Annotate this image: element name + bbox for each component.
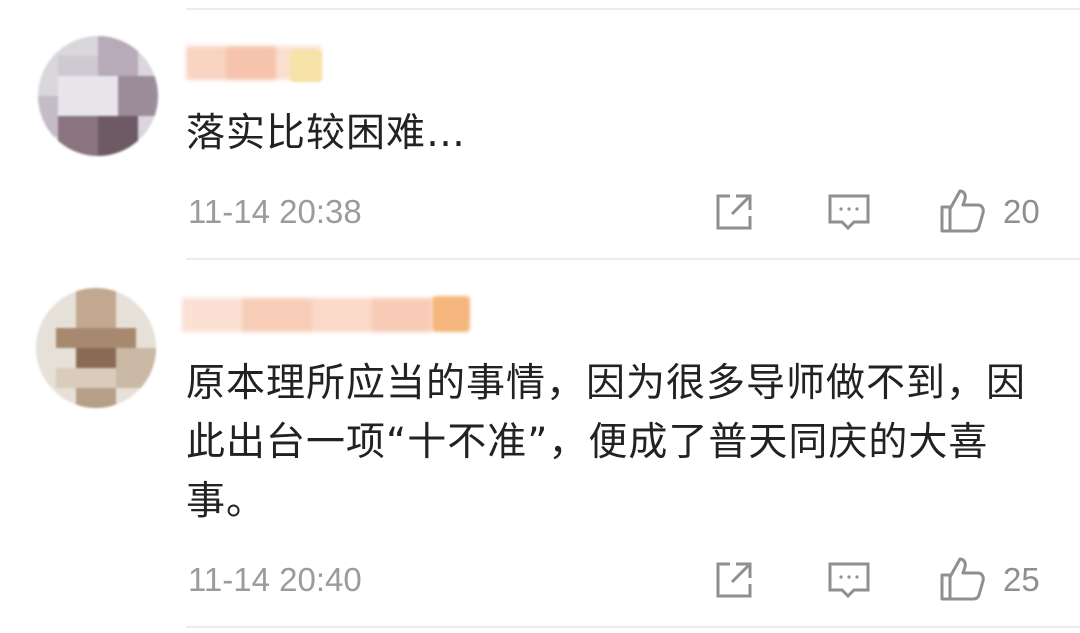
share-icon[interactable] [712, 558, 756, 602]
comment-text: 落实比较困难… [186, 111, 467, 156]
user-nickname[interactable] [182, 298, 432, 332]
user-level-badge [432, 296, 470, 332]
user-level-badge [290, 50, 322, 82]
reply-icon[interactable] [826, 190, 872, 234]
avatar[interactable] [38, 36, 158, 156]
comment-divider [186, 258, 1080, 260]
thumbs-up-icon[interactable] [938, 187, 986, 235]
top-divider [186, 8, 1080, 10]
comment-text: 原本理所应当的事情，因为很多导师做不到，因此出台一项“十不准”，便成了普天同庆的… [186, 361, 1027, 524]
comment-time: 11-14 20:40 [188, 561, 362, 598]
reply-icon[interactable] [826, 558, 872, 602]
share-icon[interactable] [712, 190, 756, 234]
comment-time: 11-14 20:38 [188, 193, 362, 230]
avatar[interactable] [36, 288, 156, 408]
thumbs-up-icon[interactable] [938, 555, 986, 603]
like-count: 20 [1003, 193, 1040, 230]
comment-list: 落实比较困难… 11-14 20:38 20 原本理所应当的事情，因为很多导师做… [0, 0, 1080, 633]
bottom-divider [186, 626, 1080, 628]
like-count: 25 [1003, 561, 1040, 598]
